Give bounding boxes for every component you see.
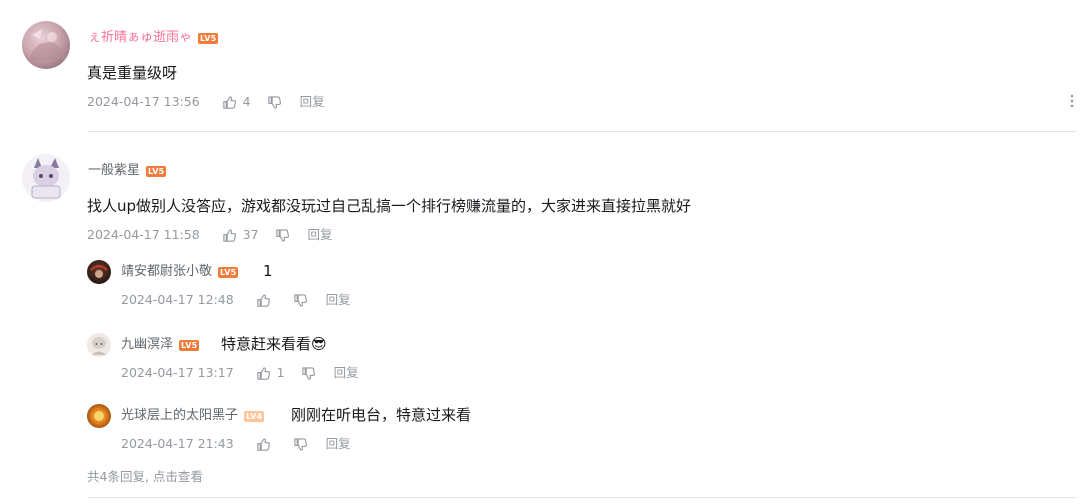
timestamp: 2024-04-17 13:17: [121, 365, 234, 380]
username[interactable]: 靖安都尉张小敬: [121, 264, 212, 280]
reply-button[interactable]: 回复: [326, 436, 351, 452]
reply-meta: 2024-04-17 12:48 回复: [121, 292, 351, 308]
reply-button[interactable]: 回复: [308, 227, 333, 243]
level-badge: LV4: [244, 410, 265, 422]
replies-footer: 共4条回复, 点击查看: [87, 466, 203, 485]
username-row: 光球层上的太阳黑子 LV4: [121, 408, 265, 424]
avatar-image: [28, 29, 66, 61]
comment-text: 找人up做别人没答应，游戏都没玩过自己乱搞一个排行榜赚流量的，大家进来直接拉黑就…: [87, 197, 692, 215]
avatar-image: [92, 337, 106, 355]
avatar-image: [94, 411, 104, 421]
like-count: 37: [242, 227, 259, 242]
username-row: 靖安都尉张小敬 LV5: [121, 264, 239, 280]
timestamp: 2024-04-17 12:48: [121, 292, 234, 307]
reply-button[interactable]: 回复: [334, 365, 359, 381]
dislike-button[interactable]: [301, 366, 316, 381]
level-badge: LV5: [146, 165, 167, 177]
timestamp: 2024-04-17 11:58: [87, 227, 200, 242]
like-button[interactable]: 4: [222, 94, 251, 110]
comment-meta: 2024-04-17 11:58 37 回复: [87, 227, 333, 243]
reply-button[interactable]: 回复: [300, 94, 325, 110]
dislike-button[interactable]: [275, 228, 290, 243]
view-all-replies-link[interactable]: 点击查看: [153, 469, 203, 484]
username[interactable]: ぇ祈晴ぁゅ逝雨ゃ: [88, 30, 192, 46]
reply-meta: 2024-04-17 13:17 1 回复: [121, 365, 359, 381]
reply-text: 刚刚在听电台，特意过来看: [291, 406, 472, 424]
like-count: 1: [276, 365, 285, 380]
dislike-button[interactable]: [267, 95, 282, 110]
username[interactable]: 光球层上的太阳黑子: [121, 408, 238, 424]
reply-text: 1: [263, 262, 273, 280]
like-button[interactable]: 37: [222, 227, 259, 243]
like-button[interactable]: [256, 293, 277, 308]
replies-count-text: 共4条回复,: [87, 469, 153, 484]
thumbs-up-icon: [256, 366, 271, 381]
like-count: 4: [242, 94, 251, 109]
reply-text: 特意赶来看看😎: [221, 335, 327, 353]
thumbs-up-icon: [256, 293, 271, 308]
thumbs-down-icon: [293, 437, 308, 452]
username[interactable]: 九幽溟泽: [121, 337, 173, 353]
avatar[interactable]: [87, 260, 111, 284]
level-badge: LV5: [218, 266, 239, 278]
reply-meta: 2024-04-17 21:43 回复: [121, 436, 351, 452]
username-row: 九幽溟泽 LV5: [121, 337, 200, 353]
like-button[interactable]: [256, 437, 277, 452]
comment-text: 真是重量级呀: [87, 64, 178, 82]
avatar[interactable]: [87, 404, 111, 428]
reply-button[interactable]: 回复: [326, 292, 351, 308]
avatar[interactable]: [22, 154, 70, 202]
timestamp: 2024-04-17 13:56: [87, 94, 200, 109]
thumbs-down-icon: [301, 366, 316, 381]
thumbs-down-icon: [293, 293, 308, 308]
thumbs-down-icon: [267, 95, 282, 110]
avatar-image: [31, 158, 61, 199]
username-row: ぇ祈晴ぁゅ逝雨ゃ LV5: [88, 30, 219, 46]
timestamp: 2024-04-17 21:43: [121, 436, 234, 451]
comment-divider: [87, 131, 1077, 132]
username-row: 一般紫星 LV5: [88, 163, 167, 179]
thumbs-up-icon: [222, 95, 237, 110]
thumbs-up-icon: [222, 228, 237, 243]
avatar[interactable]: [22, 21, 70, 69]
username[interactable]: 一般紫星: [88, 163, 140, 179]
level-badge: LV5: [198, 32, 219, 44]
thumbs-up-icon: [256, 437, 271, 452]
more-options-icon[interactable]: [1068, 93, 1076, 109]
avatar[interactable]: [87, 333, 111, 357]
like-button[interactable]: 1: [256, 365, 285, 381]
comment-meta: 2024-04-17 13:56 4 回复: [87, 94, 325, 110]
comment-divider: [87, 497, 1077, 498]
avatar-image: [90, 265, 108, 278]
thumbs-down-icon: [275, 228, 290, 243]
dislike-button[interactable]: [293, 293, 308, 308]
level-badge: LV5: [179, 339, 200, 351]
dislike-button[interactable]: [293, 437, 308, 452]
